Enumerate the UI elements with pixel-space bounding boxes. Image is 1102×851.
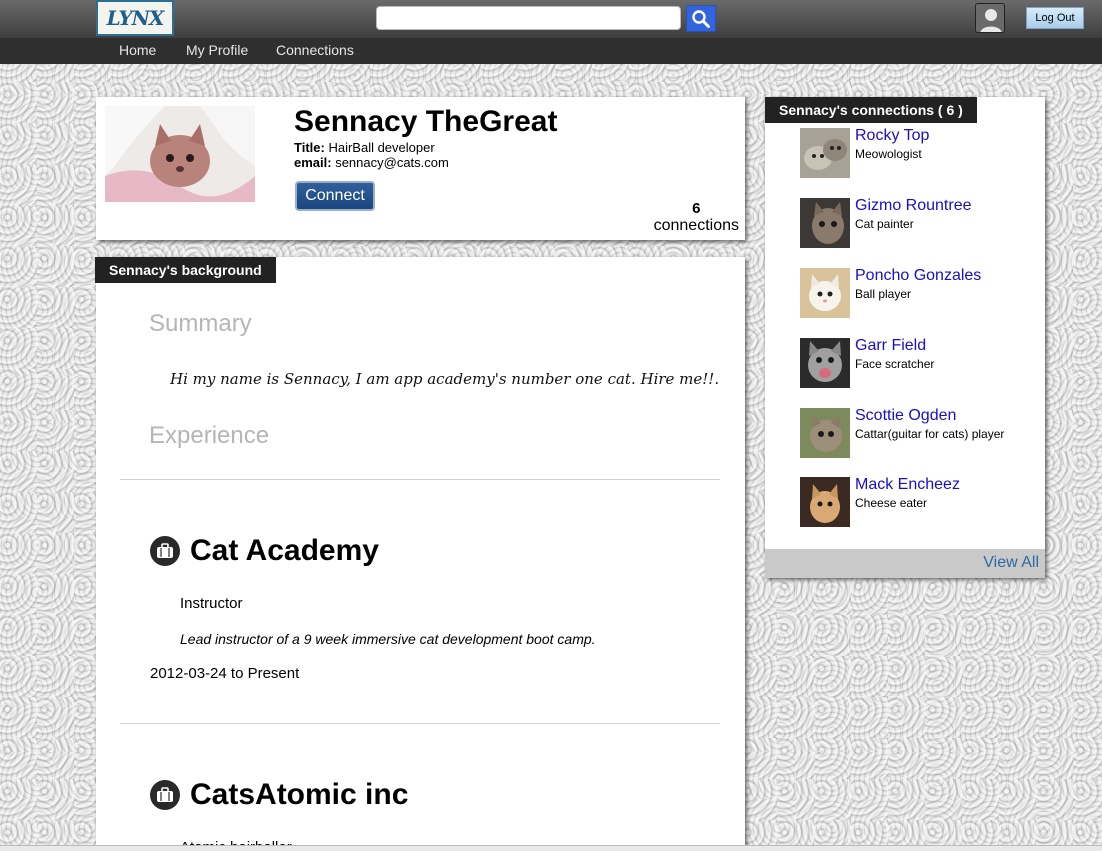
email-value: sennacy@cats.com [335,155,449,170]
connection-name[interactable]: Garr Field [855,337,926,355]
connection-title: Cheese eater [855,496,928,510]
email-label: email: [294,155,332,170]
connection-item[interactable]: Mack Encheez Cheese eater [800,476,1040,529]
experience-description: Lead instructor of a 9 week immersive ca… [180,631,596,647]
title-value: HairBall developer [328,140,435,155]
connection-item[interactable]: Garr Field Face scratcher [800,337,1040,390]
nav-connections[interactable]: Connections [276,42,354,58]
connections-card: Rocky Top Meowologist Gizmo Rountree Cat… [765,97,1045,578]
profile-photo [105,106,255,202]
connection-title: Ball player [855,287,912,301]
connection-name[interactable]: Mack Encheez [855,476,960,494]
logout-button[interactable]: Log Out [1026,7,1084,29]
connection-count: 6 connections [654,200,739,235]
connections-tab-label: Sennacy's connections ( 6 ) [765,97,977,123]
profile-email-line: email: sennacy@cats.com [294,155,449,170]
connection-title: Cat painter [855,217,914,231]
connection-thumbnail[interactable] [800,128,850,178]
connection-item[interactable]: Gizmo Rountree Cat painter [800,197,1040,250]
connection-thumbnail[interactable] [800,198,850,248]
view-all-link[interactable]: View All [983,554,1039,572]
connection-name[interactable]: Poncho Gonzales [855,267,981,285]
view-all-bar: View All [765,549,1045,578]
briefcase-icon [150,780,180,810]
summary-text: Hi my name is Sennacy, I am app academy'… [170,370,720,388]
connection-item[interactable]: Poncho Gonzales Ball player [800,267,1040,320]
profile-title-line: Title: HairBall developer [294,140,435,155]
profile-name: Sennacy TheGreat [294,105,558,138]
experience-heading: Experience [149,422,270,449]
connection-thumbnail[interactable] [800,477,850,527]
connection-title: Meowologist [855,147,922,161]
profile-card: Sennacy TheGreat Title: HairBall develop… [96,97,745,240]
lynx-logo[interactable]: LYNX [96,0,174,36]
connection-title: Face scratcher [855,357,935,371]
connection-count-label: connections [653,217,739,234]
user-avatar[interactable] [975,3,1005,33]
connection-thumbnail[interactable] [800,268,850,318]
summary-heading: Summary [149,310,252,337]
top-bar: LYNX Log Out [0,0,1102,38]
connection-title: Cattar(guitar for cats) player [855,427,1005,441]
connection-item[interactable]: Scottie Ogden Cattar(guitar for cats) pl… [800,407,1040,460]
search-button[interactable] [686,5,716,32]
bottom-scroll-strip [0,845,1102,851]
logo-text: LYNX [98,2,172,34]
connection-name[interactable]: Scottie Ogden [855,407,956,425]
title-label: Title: [294,140,325,155]
connection-name[interactable]: Gizmo Rountree [855,197,972,215]
search-icon [692,9,710,28]
experience-title: Instructor [180,595,243,612]
experience-dates: 2012-03-24 to Present [150,665,300,682]
divider [120,723,720,724]
connect-button[interactable]: Connect [295,181,375,211]
briefcase-icon [150,536,180,566]
connection-item[interactable]: Rocky Top Meowologist [800,127,1040,180]
experience-company: Cat Academy [190,534,379,567]
nav-my-profile[interactable]: My Profile [186,42,248,58]
nav-bar: Home My Profile Connections [0,38,1102,64]
connection-count-number: 6 [692,200,701,217]
user-avatar-icon [976,4,1004,32]
connection-thumbnail[interactable] [800,408,850,458]
connection-name[interactable]: Rocky Top [855,127,929,145]
experience-company: CatsAtomic inc [190,778,409,811]
background-tab-label: Sennacy's background [95,257,276,283]
divider [120,479,720,480]
connection-thumbnail[interactable] [800,338,850,388]
nav-home[interactable]: Home [119,42,156,58]
background-card: Summary Hi my name is Sennacy, I am app … [96,257,745,851]
search-input[interactable] [376,6,681,30]
